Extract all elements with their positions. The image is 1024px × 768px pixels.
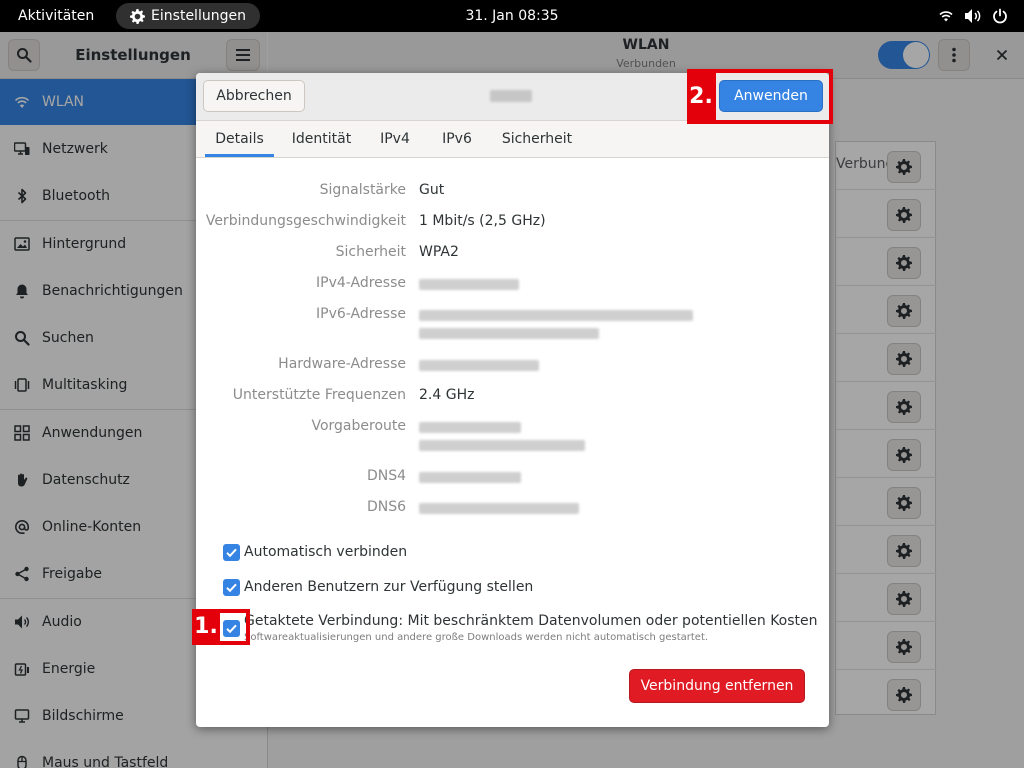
ipv4-value-redacted xyxy=(419,279,519,290)
marker-2-label: 2. xyxy=(687,69,715,124)
remove-connection-button[interactable]: Verbindung entfernen xyxy=(629,669,805,703)
hardware-address-redacted xyxy=(419,360,539,371)
dns4-value-redacted xyxy=(419,472,521,483)
auto-connect-checkbox[interactable] xyxy=(223,544,240,561)
frequencies-value: 2.4 GHz xyxy=(419,387,475,403)
cancel-button[interactable]: Abbrechen xyxy=(203,80,305,112)
wifi-status-icon[interactable] xyxy=(938,8,954,24)
top-bar: Aktivitäten Einstellungen 31. Jan 08:35 xyxy=(0,0,1024,32)
dns6-label: DNS6 xyxy=(366,499,406,515)
tab-ipv4[interactable]: IPv4 xyxy=(370,121,420,157)
ipv6-value-redacted xyxy=(419,328,599,339)
ipv6-label: IPv6-Adresse xyxy=(316,306,406,322)
available-to-all-checkbox[interactable] xyxy=(223,579,240,596)
hardware-address-label: Hardware-Adresse xyxy=(278,356,406,372)
checkmark-icon xyxy=(223,579,240,596)
frequencies-label: Unterstützte Frequenzen xyxy=(232,387,406,403)
speed-value: 1 Mbit/s (2,5 GHz) xyxy=(419,213,546,229)
clock[interactable]: 31. Jan 08:35 xyxy=(465,8,558,24)
ipv6-value-redacted xyxy=(419,310,693,321)
app-menu-button[interactable]: Einstellungen xyxy=(116,3,260,29)
connection-details-dialog: Abbrechen Anwenden Details Identität IPv… xyxy=(196,73,829,727)
speed-label: Verbindungsgeschwindigkeit xyxy=(205,213,406,229)
marker-2-highlight xyxy=(712,69,833,124)
security-label: Sicherheit xyxy=(335,244,406,260)
metered-connection-label[interactable]: Getaktete Verbindung: Mit beschränktem D… xyxy=(244,613,818,629)
checkmark-icon xyxy=(223,544,240,561)
security-value: WPA2 xyxy=(419,244,459,260)
metered-connection-description: Softwareaktualisierungen und andere groß… xyxy=(244,632,709,643)
system-tray[interactable] xyxy=(938,8,1008,24)
signal-value: Gut xyxy=(419,182,445,198)
tab-identitaet[interactable]: Identität xyxy=(283,121,360,157)
tab-ipv6[interactable]: IPv6 xyxy=(432,121,482,157)
tab-sicherheit[interactable]: Sicherheit xyxy=(494,121,580,157)
marker-1-highlight xyxy=(216,609,250,645)
ipv4-label: IPv4-Adresse xyxy=(316,275,406,291)
default-route-redacted xyxy=(419,422,521,433)
dialog-title-redacted xyxy=(490,90,532,102)
tab-details[interactable]: Details xyxy=(205,121,274,157)
activities-button[interactable]: Aktivitäten xyxy=(18,0,94,32)
available-to-all-label[interactable]: Anderen Benutzern zur Verfügung stellen xyxy=(244,579,533,595)
auto-connect-label[interactable]: Automatisch verbinden xyxy=(244,544,407,560)
gear-icon xyxy=(130,8,146,24)
default-route-redacted xyxy=(419,440,585,451)
marker-1-label: 1. xyxy=(192,609,220,645)
default-route-label: Vorgaberoute xyxy=(311,418,406,434)
power-menu-icon[interactable] xyxy=(992,8,1008,24)
dns6-value-redacted xyxy=(419,503,579,514)
dns4-label: DNS4 xyxy=(366,468,406,484)
signal-label: Signalstärke xyxy=(319,182,406,198)
app-menu-label: Einstellungen xyxy=(151,8,246,24)
dialog-tabs: Details Identität IPv4 IPv6 Sicherheit xyxy=(196,121,829,158)
volume-icon[interactable] xyxy=(964,8,982,24)
